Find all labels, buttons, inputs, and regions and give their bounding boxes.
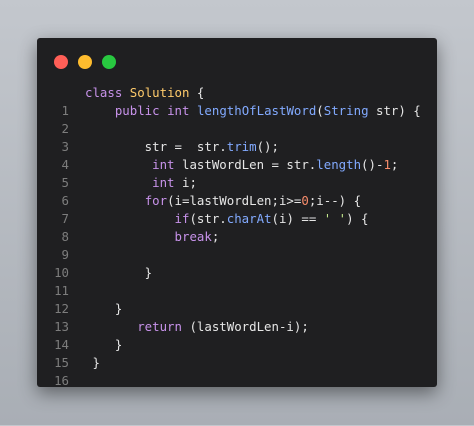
- code-text: return (lastWordLen-i);: [137, 319, 309, 334]
- code-text: int i;: [152, 175, 197, 190]
- code-line: 4 str = str.trim();: [37, 138, 279, 172]
- code-text: str = str.trim();: [85, 139, 279, 154]
- line-number: 16: [54, 373, 69, 388]
- close-window-button[interactable]: [54, 55, 68, 69]
- zoom-window-button[interactable]: [102, 55, 116, 69]
- code-text: public int lengthOfLastWord(String str) …: [114, 103, 421, 118]
- code-line: 6 int i;: [37, 174, 197, 208]
- code-line: 3: [37, 120, 69, 154]
- code-line: 7 for(i=lastWordLen;i>=0;i--) {: [37, 192, 362, 226]
- code-line: 15 }: [37, 336, 122, 370]
- code-line: 2 public int lengthOfLastWord(String str…: [37, 102, 421, 136]
- code-line: 14 return (lastWordLen-i);: [37, 318, 309, 352]
- code-line: 5 int lastWordLen = str.length()-1;: [37, 156, 399, 190]
- code-line: 16 }: [37, 354, 100, 388]
- code-text: if(str.charAt(i) == ' ') {: [174, 211, 369, 226]
- code-line: 1 class Solution {: [37, 84, 205, 118]
- code-text: class Solution {: [85, 85, 205, 100]
- code-line: 10: [37, 246, 69, 280]
- code-text: }: [85, 355, 100, 370]
- code-text: }: [85, 337, 123, 352]
- code-text: for(i=lastWordLen;i>=0;i--) {: [144, 193, 362, 208]
- minimize-window-button[interactable]: [78, 55, 92, 69]
- code-text: int lastWordLen = str.length()-1;: [152, 157, 399, 172]
- code-text: }: [85, 265, 153, 280]
- code-line: 9 break;: [37, 228, 220, 262]
- code-line: 13 }: [37, 300, 122, 334]
- code-line: 11 }: [37, 264, 152, 298]
- code-text: }: [85, 301, 123, 316]
- code-line: 8 if(str.charAt(i) == ' ') {: [37, 210, 369, 244]
- code-text: break;: [174, 229, 220, 244]
- code-line: 12: [37, 282, 69, 316]
